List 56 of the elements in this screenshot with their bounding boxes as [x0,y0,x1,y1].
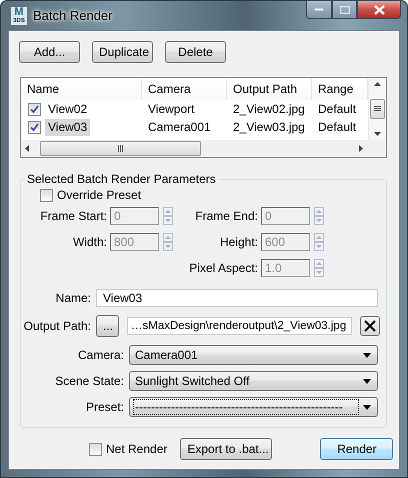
field-label: Output Path: [22,319,92,333]
column-header[interactable]: Output Path [227,78,312,100]
minimize-button[interactable] [306,0,332,19]
table-cell[interactable]: View02 [45,101,90,118]
maximize-icon [340,6,350,14]
checkbox-label: Net Render [106,442,168,456]
caret-icon [363,404,371,410]
table-cell[interactable]: View03 [45,119,90,136]
field-label: Frame Start: [39,209,108,223]
checkbox[interactable] [28,121,41,134]
table-cell: 2_View02.jpg [233,101,305,118]
table-cell: 2_View03.jpg [233,119,305,136]
column-header[interactable]: Name [21,78,142,100]
browse-button[interactable]: ... [96,315,119,337]
dropdown[interactable]: Camera001 [129,345,378,365]
path-field[interactable]: …sMaxDesign\renderoutput\2_View03.jpg [127,317,352,335]
name-field[interactable]: View03 [96,289,378,307]
field-label: Camera: [76,348,125,362]
field-label: Pixel Aspect: [188,261,259,275]
scroll-right-icon[interactable] [359,145,363,152]
checkbox[interactable] [40,188,53,202]
duplicate-button[interactable]: Duplicate [92,41,153,63]
table-cell: Default [318,119,356,136]
field-label: Width: [72,235,108,249]
export-button[interactable]: Export to .bat... [180,438,272,460]
checkbox[interactable] [89,442,102,456]
table-cell: Camera001 [148,119,211,136]
add-button[interactable]: Add... [19,41,80,63]
checkbox-label: Override Preset [57,188,142,202]
scroll-thumb[interactable] [40,141,201,156]
scroll-thumb[interactable] [370,99,385,119]
render-button[interactable]: Render [320,438,394,460]
close-icon [374,4,384,14]
field-label: Height: [218,235,259,249]
checkbox[interactable] [28,103,41,116]
minimize-icon [314,8,324,11]
table-cell: Viewport [148,101,194,118]
dropdown[interactable]: ---------------------------------------------------- [129,397,378,417]
field-label: Scene State: [54,374,125,388]
delete-button[interactable]: Delete [165,41,226,63]
maximize-button[interactable] [332,0,357,19]
scroll-left-icon[interactable] [25,145,29,152]
table-cell: Default [318,101,356,118]
field-label: Name: [54,291,92,305]
group-title: Selected Batch Render Parameters [26,172,217,186]
column-header[interactable]: Camera [142,78,227,100]
caret-icon [363,352,371,358]
clear-button[interactable] [360,316,380,336]
caret-icon [363,378,371,384]
close-button[interactable] [357,0,401,19]
field-label: Preset: [84,400,125,414]
dropdown[interactable]: Sunlight Switched Off [129,371,378,391]
scroll-down-icon[interactable] [374,132,381,136]
window-title: Batch Render [33,8,112,23]
scroll-up-icon[interactable] [374,82,381,86]
field-label: Frame End: [194,209,259,223]
